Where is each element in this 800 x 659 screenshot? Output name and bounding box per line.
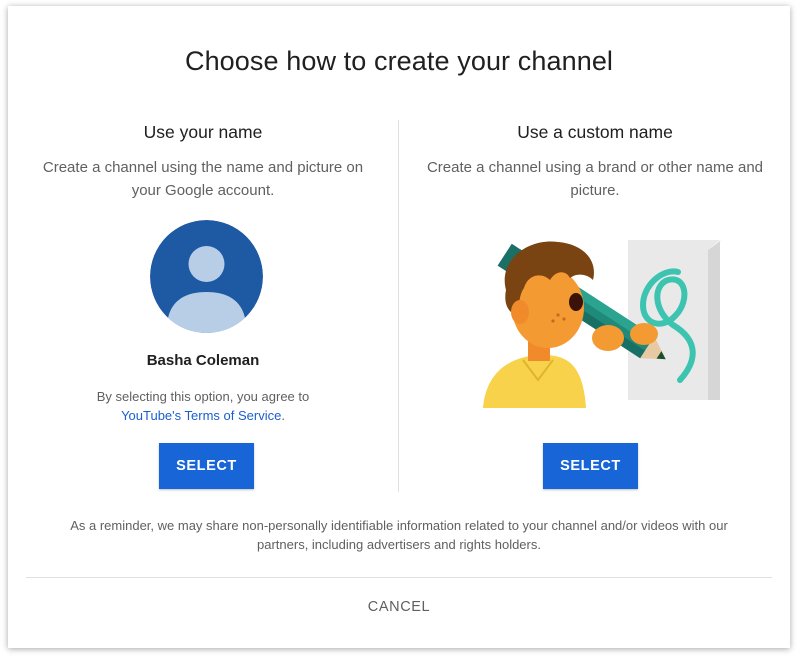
select-use-your-name-button[interactable]: SELECT [159,443,254,489]
user-name: Basha Coleman [146,352,260,369]
user-avatar-icon [150,220,263,333]
terms-agreement: By selecting this option, you agree to Y… [8,387,398,425]
select-custom-name-button[interactable]: SELECT [543,443,638,489]
use-your-name-description: Create a channel using the name and pict… [42,159,364,199]
privacy-reminder: As a reminder, we may share non-personal… [70,518,728,552]
use-your-name-column: Use your name Create a channel using the… [8,120,398,202]
cancel-button[interactable]: CANCEL [349,590,449,624]
terms-of-service-link[interactable]: YouTube's Terms of Service [121,408,281,423]
terms-agreement-text: By selecting this option, you agree to [96,389,310,404]
footer-divider [26,577,772,578]
use-custom-name-description: Create a channel using a brand or other … [426,159,764,199]
use-your-name-heading: Use your name [143,122,263,142]
custom-name-illustration [458,230,728,410]
use-custom-name-heading: Use a custom name [517,122,673,142]
create-channel-dialog: Choose how to create your channel Use yo… [8,6,790,648]
terms-suffix: . [281,408,285,423]
use-custom-name-column: Use a custom name Create a channel using… [400,120,790,202]
dialog-title: Choose how to create your channel [184,46,614,76]
column-divider [398,120,399,492]
